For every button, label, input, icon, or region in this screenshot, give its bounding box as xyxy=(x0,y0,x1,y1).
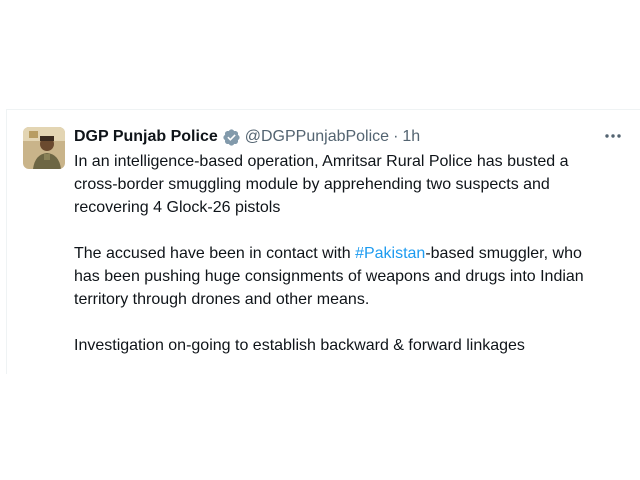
user-handle[interactable]: @DGPPunjabPolice xyxy=(245,128,389,146)
tweet-line: The accused have been in contact with #P… xyxy=(74,242,634,265)
tweet-line: In an intelligence-based operation, Amri… xyxy=(74,153,569,170)
tweet-paragraph-3: Investigation on-going to establish back… xyxy=(74,334,634,357)
avatar[interactable] xyxy=(23,127,65,169)
display-name[interactable]: DGP Punjab Police xyxy=(74,128,218,146)
tweet-line: recovering 4 Glock-26 pistols xyxy=(74,199,281,216)
tweet-paragraph-2: The accused have been in contact with #P… xyxy=(74,242,634,311)
separator-dot: · xyxy=(393,128,399,145)
tweet-line: territory through drones and other means… xyxy=(74,291,370,308)
tweet-line: has been pushing huge consignments of we… xyxy=(74,268,584,285)
tweet-paragraph-1: In an intelligence-based operation, Amri… xyxy=(74,150,634,219)
tweet-line: cross-border smuggling module by apprehe… xyxy=(74,176,550,193)
more-options-button[interactable] xyxy=(602,126,624,146)
verified-badge-icon[interactable] xyxy=(222,128,241,147)
more-options-icon xyxy=(605,134,621,138)
tweet-text-segment: The accused have been in contact with xyxy=(74,245,356,262)
tweet-line: Investigation on-going to establish back… xyxy=(74,337,525,354)
tweet-text: In an intelligence-based operation, Amri… xyxy=(74,150,634,357)
timestamp[interactable]: 1h xyxy=(402,128,420,146)
tweet-header: DGP Punjab Police @DGPPunjabPolice · 1h xyxy=(74,127,420,147)
tweet-text-segment: -based smuggler, who xyxy=(425,245,582,262)
hashtag-link[interactable]: #Pakistan xyxy=(355,245,425,262)
